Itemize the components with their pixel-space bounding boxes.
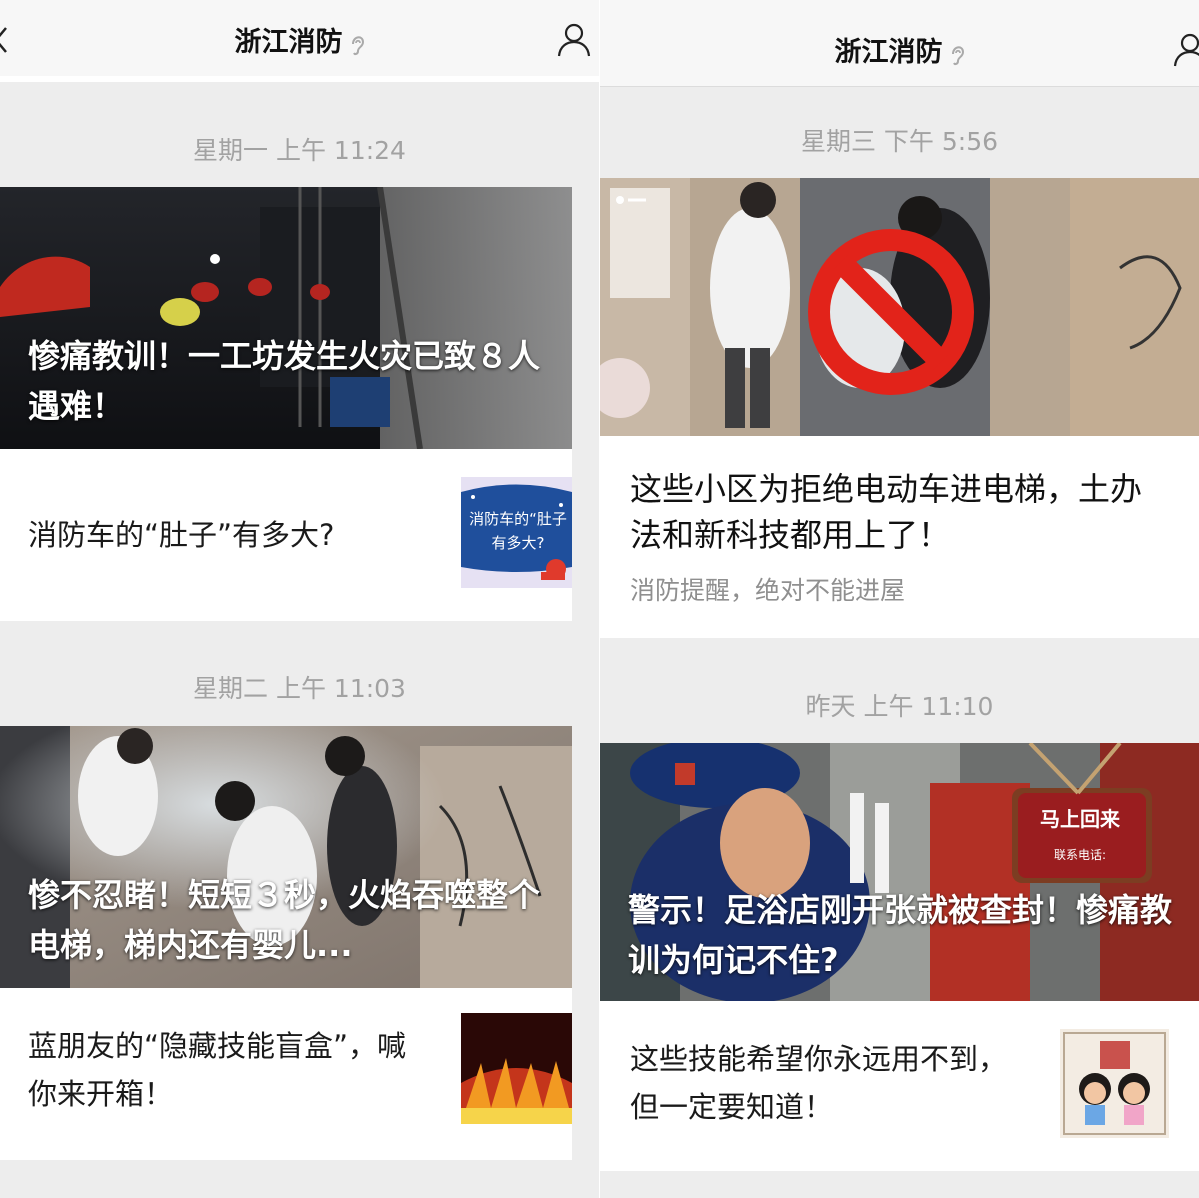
sub-article-item[interactable]: 蓝朋友的“隐藏技能盲盒”，喊你来开箱！ xyxy=(0,988,572,1160)
message-timestamp: 昨天 上午 11:10 xyxy=(805,692,994,721)
sub-article-item[interactable]: 消防车的“肚子”有多大? 消防车的“肚子 有多大? xyxy=(0,449,572,621)
article-cover[interactable] xyxy=(600,178,1199,436)
user-profile-icon[interactable] xyxy=(1173,32,1199,68)
sub-article-thumbnail xyxy=(1060,1029,1169,1138)
article-card[interactable]: 惨痛教训！一工坊发生火灾已致８人遇难！ 消防车的“肚子”有多大? 消防车的“肚子… xyxy=(0,187,572,621)
chat-panel-right: 浙江消防 星期三 下午 5:56 这些小区为拒绝电动车进电梯，土办法和新科技都用… xyxy=(600,0,1199,1198)
nav-divider xyxy=(0,76,599,82)
user-profile-icon[interactable] xyxy=(557,22,591,58)
nav-title: 浙江消防 xyxy=(0,20,599,59)
chat-panel-left: 浙江消防 星期一 上午 11:24 惨痛教训！一工坊发生火灾已致８人遇难！ 消防… xyxy=(0,0,599,1198)
sub-article-thumbnail: 消防车的“肚子 有多大? xyxy=(461,477,572,588)
article-digest: 消防提醒，绝对不能进屋 xyxy=(630,576,906,605)
article-title: 这些小区为拒绝电动车进电梯，土办法和新科技都用上了！ xyxy=(630,470,1143,554)
ear-icon[interactable] xyxy=(349,32,365,56)
sub-article-thumbnail xyxy=(461,1013,572,1124)
sub-article-title: 这些技能希望你永远用不到，但一定要知道！ xyxy=(630,1042,1008,1124)
message-timestamp: 星期二 上午 11:03 xyxy=(193,674,406,703)
thumbnail-caption: 消防车的“肚子 有多大? xyxy=(469,510,567,552)
sign-board: 马上回来 联系电话: xyxy=(1020,803,1140,863)
account-name: 浙江消防 xyxy=(234,27,343,58)
sub-article-title: 消防车的“肚子”有多大? xyxy=(28,518,335,552)
article-cover[interactable]: 惨痛教训！一工坊发生火灾已致８人遇难！ xyxy=(0,187,572,449)
sub-article-title: 蓝朋友的“隐藏技能盲盒”，喊你来开箱！ xyxy=(28,1029,407,1111)
article-cover-title: 警示！足浴店刚开张就被查封！惨痛教训为何记不住? xyxy=(628,891,1173,979)
nav-bar: 浙江消防 xyxy=(0,0,599,76)
sub-article-item[interactable]: 这些技能希望你永远用不到，但一定要知道！ xyxy=(600,1001,1199,1171)
ear-icon[interactable] xyxy=(949,42,965,66)
nav-bar: 浙江消防 xyxy=(600,0,1199,86)
message-timestamp: 星期三 下午 5:56 xyxy=(800,127,999,156)
article-cover-title: 惨痛教训！一工坊发生火灾已致８人遇难！ xyxy=(28,337,541,425)
account-name: 浙江消防 xyxy=(834,37,943,68)
article-cover[interactable]: 惨不忍睹！短短３秒，火焰吞噬整个电梯，梯内还有婴儿... xyxy=(0,726,572,988)
article-cover-title: 惨不忍睹！短短３秒，火焰吞噬整个电梯，梯内还有婴儿... xyxy=(28,876,541,964)
nav-divider xyxy=(600,86,1199,87)
article-cover[interactable]: 马上回来 联系电话: 警示！足浴店刚开张就被查封！惨痛教训为何记不住? xyxy=(600,743,1199,1001)
article-card[interactable]: 这些小区为拒绝电动车进电梯，土办法和新科技都用上了！ 消防提醒，绝对不能进屋 xyxy=(600,178,1199,638)
nav-title: 浙江消防 xyxy=(600,30,1199,69)
sign-small-text: 联系电话: xyxy=(1053,848,1107,862)
sign-main-text: 马上回来 xyxy=(1040,807,1120,831)
no-entry-icon xyxy=(808,229,974,395)
article-card[interactable]: 惨不忍睹！短短３秒，火焰吞噬整个电梯，梯内还有婴儿... 蓝朋友的“隐藏技能盲盒… xyxy=(0,726,572,1160)
message-timestamp: 星期一 上午 11:24 xyxy=(193,136,406,165)
article-card[interactable]: 马上回来 联系电话: 警示！足浴店刚开张就被查封！惨痛教训为何记不住? 这些技能… xyxy=(600,743,1199,1171)
